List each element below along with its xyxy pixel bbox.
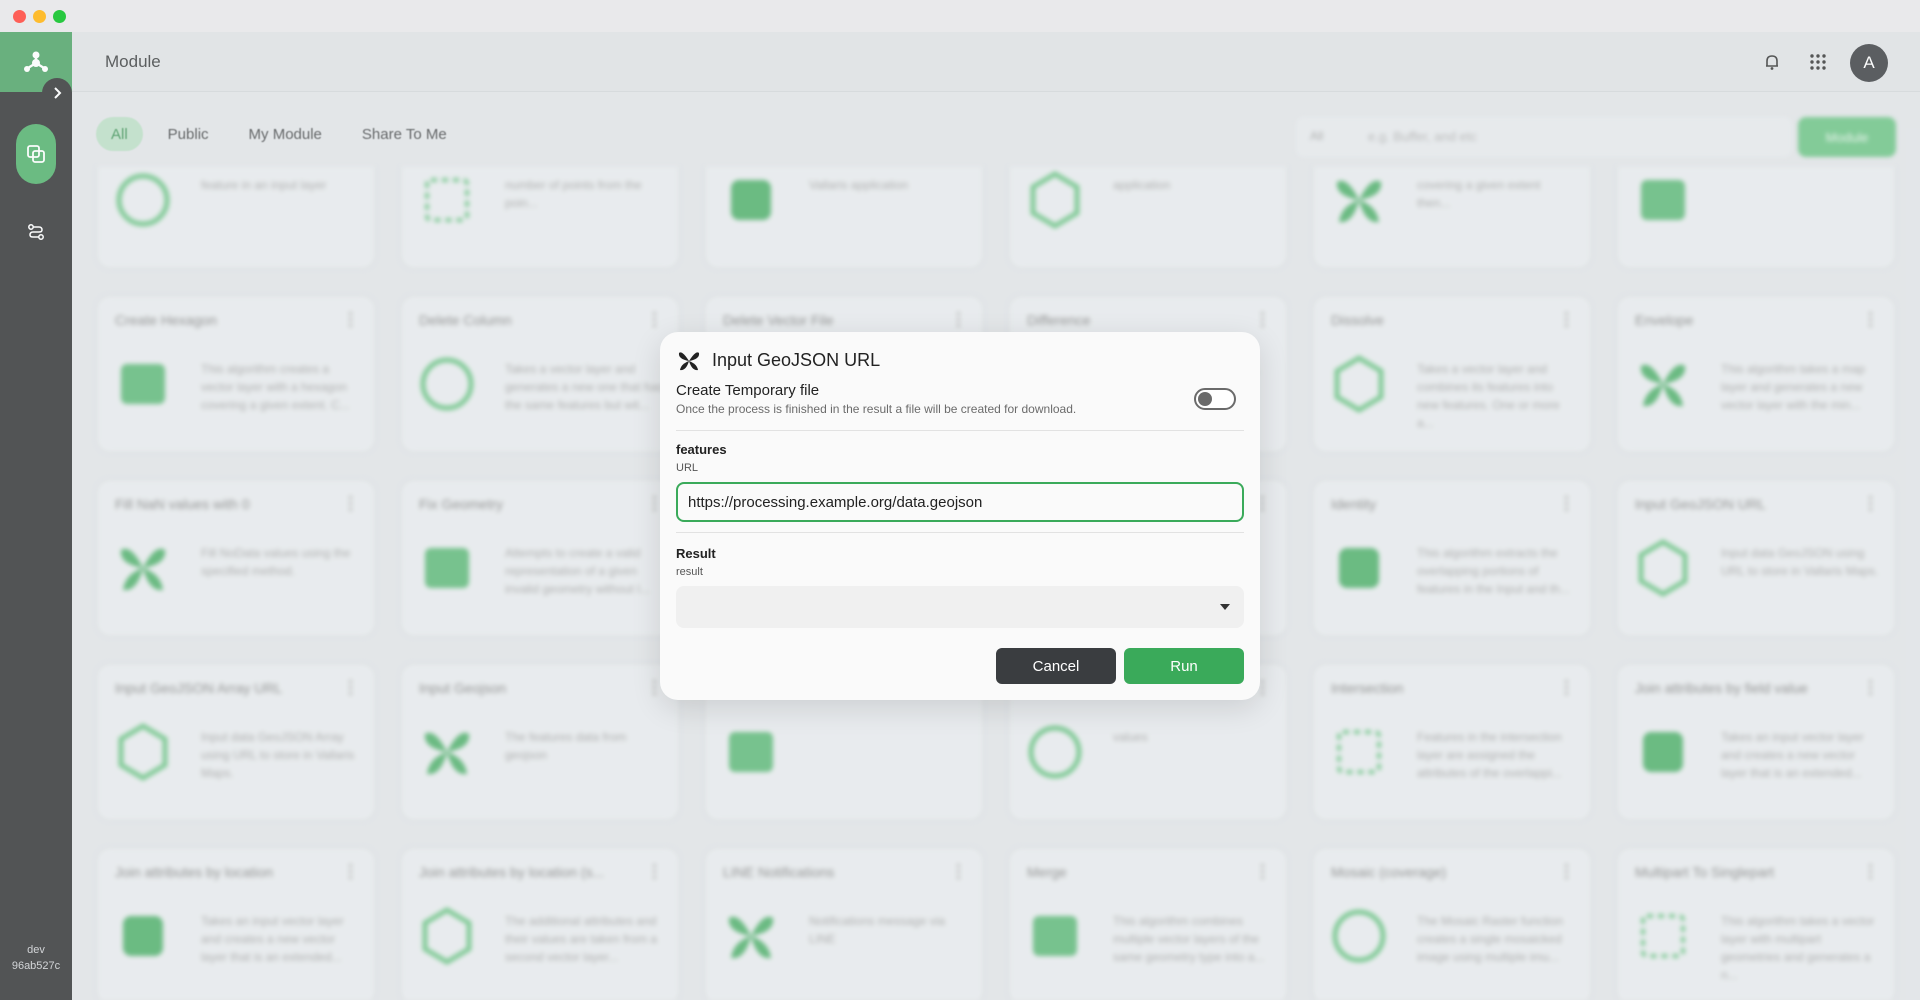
caret-down-icon bbox=[1220, 604, 1230, 610]
window-titlebar bbox=[0, 0, 1920, 32]
features-section-title: features bbox=[676, 442, 727, 457]
run-button[interactable]: Run bbox=[1124, 648, 1244, 684]
maximize-window-button[interactable] bbox=[53, 10, 66, 23]
temporary-file-label: Create Temporary file bbox=[676, 382, 820, 399]
url-field-label: URL bbox=[676, 462, 699, 474]
temporary-file-help: Once the process is finished in the resu… bbox=[676, 402, 1077, 416]
toggle-knob bbox=[1198, 392, 1212, 406]
temporary-file-toggle[interactable] bbox=[1194, 388, 1236, 410]
input-geojson-url-dialog: Input GeoJSON URL Create Temporary file … bbox=[660, 332, 1260, 700]
divider bbox=[676, 430, 1244, 431]
url-input[interactable] bbox=[676, 482, 1244, 522]
minimize-window-button[interactable] bbox=[33, 10, 46, 23]
result-select[interactable] bbox=[676, 586, 1244, 628]
close-window-button[interactable] bbox=[13, 10, 26, 23]
leaf-logo-icon bbox=[678, 352, 700, 371]
divider bbox=[676, 532, 1244, 533]
cancel-button[interactable]: Cancel bbox=[996, 648, 1116, 684]
result-section-title: Result bbox=[676, 546, 716, 561]
result-field-label: result bbox=[676, 566, 703, 578]
dialog-title: Input GeoJSON URL bbox=[712, 350, 881, 370]
